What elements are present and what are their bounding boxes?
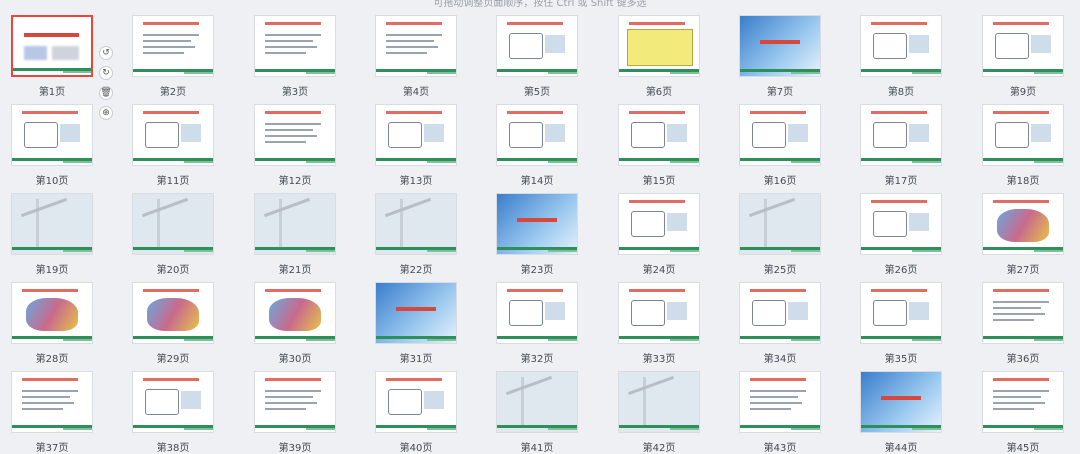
page-preview[interactable] [496,104,578,166]
page-number-label: 第27页 [1006,265,1040,276]
page-number-label: 第45页 [1006,443,1040,454]
page-number-label: 第25页 [763,265,797,276]
page-preview[interactable] [739,15,821,77]
thumbnail-toolbar: ↺ ↻ 🗑 ⊕ [99,46,113,126]
page-number-label: 第26页 [884,265,918,276]
page-number-label: 第22页 [399,265,433,276]
page-preview[interactable] [739,371,821,433]
page-number-label: 第35页 [884,354,918,365]
page-preview[interactable] [375,15,457,77]
page-number-label: 第10页 [35,176,69,187]
page-number-label: 第6页 [645,87,673,98]
page-preview[interactable] [618,371,700,433]
page-number-label: 第37页 [35,443,69,454]
page-number-label: 第30页 [278,354,312,365]
page-preview[interactable] [375,371,457,433]
page-preview[interactable] [496,282,578,344]
page-preview[interactable] [618,193,700,255]
page-number-label: 第40页 [399,443,433,454]
page-preview[interactable] [618,104,700,166]
page-preview[interactable] [982,15,1064,77]
page-number-label: 第42页 [642,443,676,454]
page-preview[interactable] [860,15,942,77]
page-preview[interactable] [618,282,700,344]
page-number-label: 第16页 [763,176,797,187]
page-preview[interactable] [11,282,93,344]
page-preview[interactable] [739,193,821,255]
page-preview[interactable] [618,15,700,77]
page-number-label: 第39页 [278,443,312,454]
page-number-label: 第8页 [887,87,915,98]
page-preview[interactable] [254,282,336,344]
page-number-label: 第24页 [642,265,676,276]
page-number-label: 第7页 [766,87,794,98]
page-preview[interactable] [375,282,457,344]
page-number-label: 第34页 [763,354,797,365]
page-preview[interactable] [496,193,578,255]
page-preview[interactable] [496,15,578,77]
page-preview[interactable] [254,15,336,77]
page-number-label: 第12页 [278,176,312,187]
page-preview[interactable] [132,193,214,255]
page-number-label: 第4页 [402,87,430,98]
page-number-label: 第2页 [159,87,187,98]
hint-text: 可拖动调整页面顺序，按住 Ctrl 或 Shift 键多选 [433,0,647,9]
page-preview[interactable] [860,193,942,255]
page-number-label: 第32页 [520,354,554,365]
page-number-label: 第18页 [1006,176,1040,187]
page-preview[interactable] [739,104,821,166]
page-number-label: 第43页 [763,443,797,454]
rotate-left-icon[interactable]: ↺ [99,46,113,60]
page-number-label: 第17页 [884,176,918,187]
page-preview[interactable] [132,104,214,166]
page-number-label: 第20页 [156,265,190,276]
page-preview[interactable] [132,282,214,344]
page-number-label: 第5页 [523,87,551,98]
page-number-label: 第36页 [1006,354,1040,365]
page-preview[interactable] [860,104,942,166]
page-number-label: 第33页 [642,354,676,365]
page-number-label: 第28页 [35,354,69,365]
page-preview[interactable] [739,282,821,344]
page-number-label: 第38页 [156,443,190,454]
page-preview[interactable] [11,193,93,255]
page-number-label: 第3页 [281,87,309,98]
page-preview[interactable] [375,104,457,166]
page-preview[interactable] [860,371,942,433]
page-preview[interactable] [982,193,1064,255]
page-preview[interactable] [860,282,942,344]
page-preview[interactable] [982,104,1064,166]
page-preview[interactable] [11,15,93,77]
page-number-label: 第14页 [520,176,554,187]
page-preview[interactable] [254,193,336,255]
page-number-label: 第31页 [399,354,433,365]
page-number-label: 第1页 [38,87,66,98]
add-icon[interactable]: ⊕ [99,106,113,120]
rotate-right-icon[interactable]: ↻ [99,66,113,80]
page-preview[interactable] [11,371,93,433]
page-number-label: 第15页 [642,176,676,187]
page-number-label: 第44页 [884,443,918,454]
page-preview[interactable] [132,371,214,433]
page-preview[interactable] [496,371,578,433]
page-preview[interactable] [254,371,336,433]
page-preview[interactable] [254,104,336,166]
page-preview[interactable] [11,104,93,166]
page-preview[interactable] [982,371,1064,433]
page-preview[interactable] [982,282,1064,344]
delete-icon[interactable]: 🗑 [99,86,113,100]
page-number-label: 第13页 [399,176,433,187]
page-number-label: 第9页 [1009,87,1037,98]
page-number-label: 第29页 [156,354,190,365]
page-number-label: 第23页 [520,265,554,276]
page-preview[interactable] [132,15,214,77]
page-number-label: 第19页 [35,265,69,276]
page-number-label: 第11页 [156,176,190,187]
page-number-label: 第41页 [520,443,554,454]
page-number-label: 第21页 [278,265,312,276]
page-preview[interactable] [375,193,457,255]
